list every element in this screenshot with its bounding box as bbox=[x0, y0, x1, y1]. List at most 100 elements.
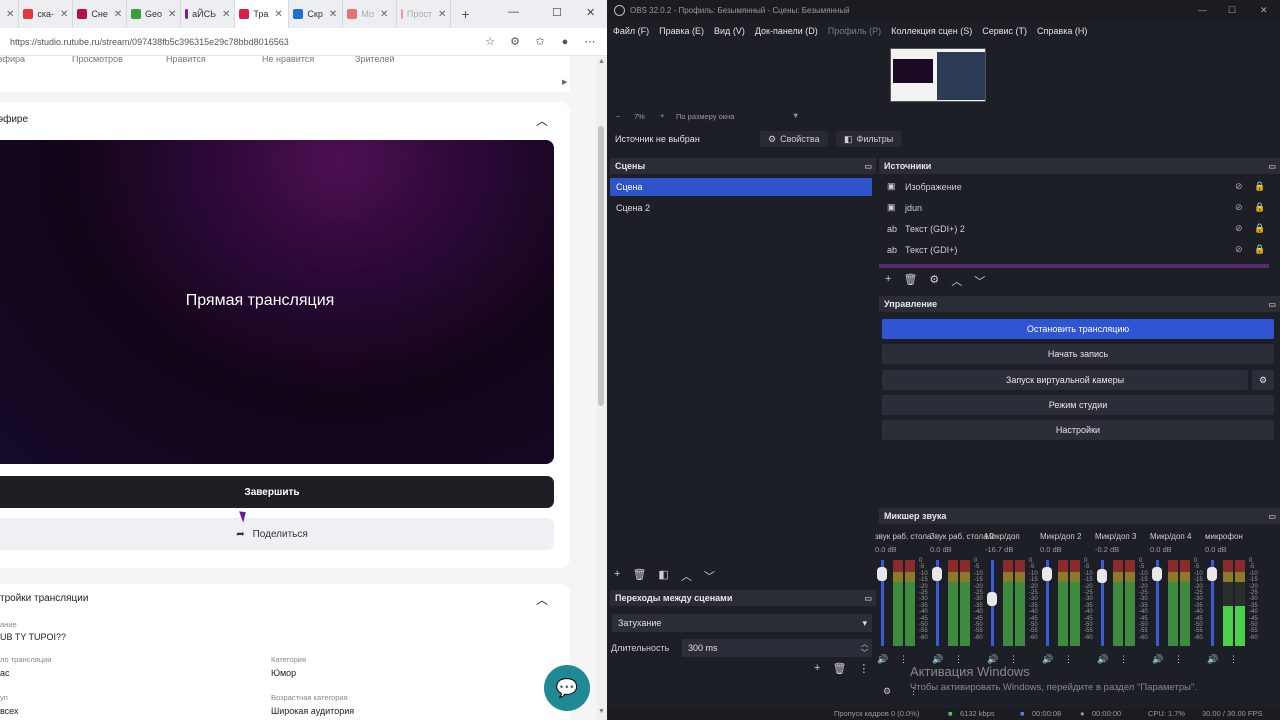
zoom-out-icon[interactable]: − bbox=[616, 112, 620, 121]
volume-slider-handle[interactable] bbox=[877, 567, 887, 582]
menu-item[interactable]: Коллекция сцен (S) bbox=[891, 26, 972, 36]
age-value[interactable]: Широкая аудитория bbox=[271, 706, 354, 716]
scene-item[interactable]: Сцена bbox=[610, 178, 872, 196]
lock-icon[interactable]: 🔒 bbox=[1254, 244, 1265, 255]
more-icon[interactable]: ⋮ bbox=[1119, 654, 1128, 665]
settings-button[interactable]: Настройки bbox=[882, 420, 1274, 440]
studio-mode-button[interactable]: Режим студии bbox=[882, 395, 1274, 415]
more-icon[interactable]: ⋯ bbox=[582, 35, 598, 48]
gear-icon[interactable]: ⚙ bbox=[929, 273, 939, 289]
browser-tab[interactable]: Прост ✕ bbox=[397, 0, 452, 28]
browser-tab[interactable]: Скр ✕ bbox=[289, 0, 344, 28]
source-item[interactable]: ▣ jdun ⊘ 🔒 bbox=[879, 197, 1269, 218]
filters-button[interactable]: ◧ Фильтры bbox=[836, 131, 902, 147]
zoom-dropdown-icon[interactable]: ▼ bbox=[792, 111, 799, 120]
page-scrollbar[interactable]: ▲ ▼ bbox=[596, 56, 607, 720]
lock-icon[interactable]: 🔒 bbox=[1254, 181, 1265, 192]
zoom-in-icon[interactable]: + bbox=[660, 111, 664, 120]
category-value[interactable]: Юмор bbox=[271, 668, 296, 678]
end-stream-button[interactable]: Завершить bbox=[0, 476, 554, 508]
start-record-button[interactable]: Начать запись bbox=[882, 344, 1274, 364]
trash-icon[interactable]: 🗑 bbox=[903, 273, 917, 289]
more-icon[interactable]: ⋮ bbox=[1229, 654, 1238, 665]
speaker-icon[interactable]: 🔊 bbox=[1042, 654, 1053, 665]
add-icon[interactable]: + bbox=[814, 662, 820, 675]
preview-canvas[interactable] bbox=[608, 40, 1280, 110]
more-icon[interactable]: ⋮ bbox=[899, 654, 908, 665]
visibility-icon[interactable]: ⊘ bbox=[1235, 181, 1243, 192]
trash-icon[interactable]: 🗑 bbox=[632, 568, 646, 584]
spin-down-icon[interactable]: ﹀ bbox=[861, 645, 868, 663]
menu-item[interactable]: Сервис (T) bbox=[982, 26, 1027, 36]
tab-close-icon[interactable]: ✕ bbox=[0, 0, 20, 28]
tab-close-icon[interactable]: ✕ bbox=[114, 9, 122, 20]
source-item[interactable]: ab Текст (GDI+) 2 ⊘ 🔒 bbox=[879, 218, 1269, 239]
undock-icon[interactable]: ▭ bbox=[1268, 509, 1276, 525]
browser-tab[interactable]: Geo ✕ bbox=[127, 0, 182, 28]
zoom-mode[interactable]: По размеру окна bbox=[676, 112, 734, 121]
chevron-up-icon[interactable]: ︿ bbox=[536, 112, 548, 129]
maximize-icon[interactable]: ☐ bbox=[552, 6, 562, 19]
close-icon[interactable]: ✕ bbox=[1260, 5, 1268, 16]
menu-item[interactable]: Файл (F) bbox=[613, 26, 649, 36]
more-icon[interactable]: ⋮ bbox=[858, 662, 869, 675]
undock-icon[interactable]: ▭ bbox=[864, 591, 872, 607]
tab-close-icon[interactable]: ✕ bbox=[60, 9, 68, 20]
browser-tab[interactable]: Мо ✕ bbox=[343, 0, 398, 28]
visibility-icon[interactable]: ⊘ bbox=[1235, 244, 1243, 255]
menu-item[interactable]: Вид (V) bbox=[714, 26, 745, 36]
browser-tab[interactable]: Тра ✕ bbox=[235, 0, 290, 28]
new-tab-button[interactable]: + bbox=[451, 6, 479, 22]
stop-stream-button[interactable]: Остановить трансляцию bbox=[882, 319, 1274, 339]
add-icon[interactable]: + bbox=[614, 568, 620, 584]
properties-button[interactable]: ⚙ Свойства bbox=[760, 131, 828, 147]
close-icon[interactable]: ✕ bbox=[586, 6, 595, 19]
lock-icon[interactable]: 🔒 bbox=[1254, 223, 1265, 234]
menu-item[interactable]: Справка (H) bbox=[1037, 26, 1087, 36]
speaker-icon[interactable]: 🔊 bbox=[1152, 654, 1163, 665]
mixer-settings-icon[interactable]: ⚙ bbox=[883, 686, 891, 697]
minimize-icon[interactable]: — bbox=[1198, 5, 1207, 15]
menu-item[interactable]: Док-панели (D) bbox=[755, 26, 818, 36]
tab-close-icon[interactable]: ✕ bbox=[438, 9, 446, 20]
visibility-icon[interactable]: ⊘ bbox=[1235, 202, 1243, 213]
virtual-camera-button[interactable]: Запуск виртуальной камеры bbox=[882, 370, 1248, 390]
duration-input[interactable]: 300 ms ︿ ﹀ bbox=[682, 639, 872, 657]
menu-item[interactable]: Профиль (P) bbox=[828, 26, 881, 36]
volume-slider-handle[interactable] bbox=[987, 592, 997, 607]
more-icon[interactable]: ⋮ bbox=[1174, 654, 1183, 665]
speaker-icon[interactable]: 🔊 bbox=[1097, 654, 1108, 665]
menu-item[interactable]: Правка (E) bbox=[659, 26, 704, 36]
undock-icon[interactable]: ▭ bbox=[1268, 297, 1276, 313]
volume-slider-handle[interactable] bbox=[1207, 567, 1217, 582]
speaker-icon[interactable]: 🔊 bbox=[877, 654, 888, 665]
tab-close-icon[interactable]: ✕ bbox=[329, 9, 337, 20]
tab-close-icon[interactable]: ✕ bbox=[274, 9, 282, 20]
favorites-icon[interactable]: ✩ bbox=[532, 35, 548, 48]
browser-tab[interactable]: аЙСЬ ✕ bbox=[181, 0, 236, 28]
visibility-icon[interactable]: ⊘ bbox=[1235, 223, 1243, 234]
source-item[interactable]: ab Текст (GDI+) ⊘ 🔒 bbox=[879, 239, 1269, 260]
move-up-icon[interactable]: ︿ bbox=[681, 568, 692, 584]
more-icon[interactable]: ⋮ bbox=[1064, 654, 1073, 665]
access-value[interactable]: всех bbox=[0, 706, 19, 716]
url-text[interactable]: https://studio.rutube.ru/stream/097438fb… bbox=[0, 37, 482, 47]
extensions-icon[interactable]: ⚙ bbox=[507, 35, 523, 48]
tab-close-icon[interactable]: ✕ bbox=[380, 9, 388, 20]
filter-icon[interactable]: ◧ bbox=[658, 568, 668, 584]
move-up-icon[interactable]: ︿ bbox=[951, 273, 962, 289]
address-bar[interactable]: https://studio.rutube.ru/stream/097438fb… bbox=[0, 28, 607, 56]
scroll-down-icon[interactable]: ▼ bbox=[598, 708, 605, 715]
add-icon[interactable]: + bbox=[885, 273, 891, 289]
volume-slider-handle[interactable] bbox=[932, 567, 942, 582]
scrollbar-thumb[interactable] bbox=[598, 126, 604, 406]
maximize-icon[interactable]: ☐ bbox=[1228, 5, 1236, 16]
transition-select[interactable]: Затухание ▾ bbox=[612, 614, 872, 632]
volume-slider-handle[interactable] bbox=[1042, 567, 1052, 582]
minimize-icon[interactable]: — bbox=[508, 6, 519, 18]
star-icon[interactable]: ☆ bbox=[482, 35, 498, 48]
source-item[interactable]: ▣ Изображение ⊘ 🔒 bbox=[879, 176, 1269, 197]
speaker-icon[interactable]: 🔊 bbox=[1207, 654, 1218, 665]
undock-icon[interactable]: ▭ bbox=[1268, 159, 1276, 175]
trash-icon[interactable]: 🗑 bbox=[832, 662, 846, 675]
